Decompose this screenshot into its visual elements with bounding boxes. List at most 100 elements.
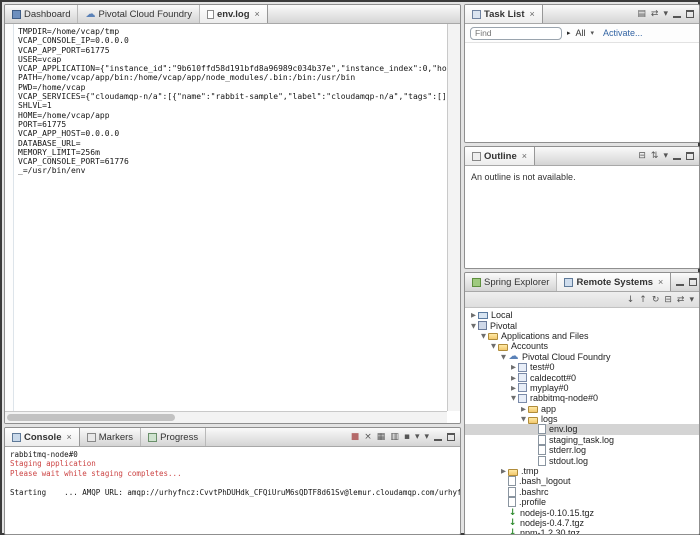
- maximize-icon[interactable]: [447, 433, 455, 441]
- tree-item[interactable]: ▼Pivotal: [465, 320, 699, 330]
- ide-window: Dashboard Pivotal Cloud Foundry env.log …: [0, 0, 700, 535]
- chevron-collapsed-icon[interactable]: ▶: [519, 404, 528, 414]
- tab-task-list[interactable]: Task List ×: [465, 5, 543, 23]
- minimize-icon[interactable]: [434, 433, 442, 441]
- collapse-all-icon[interactable]: ⊟: [664, 295, 672, 305]
- tab-spring-explorer[interactable]: Spring Explorer: [465, 273, 557, 291]
- activate-link[interactable]: Activate...: [603, 28, 643, 38]
- sort-icon[interactable]: ⇅: [651, 151, 659, 161]
- tab-progress[interactable]: Progress: [141, 428, 206, 446]
- tree-item[interactable]: ↓nodejs-0.4.7.tgz: [465, 518, 699, 528]
- console-dropdown-icon[interactable]: ▾: [415, 432, 420, 442]
- console-toolbar: ■ × ▦ ▥ ▪ ▾ ▾: [346, 428, 460, 446]
- pin-console-icon[interactable]: ▪: [404, 432, 410, 442]
- file-icon: [538, 445, 546, 455]
- maximize-icon[interactable]: [686, 152, 694, 160]
- chevron-collapsed-icon[interactable]: ▶: [509, 373, 518, 383]
- tree-item[interactable]: ↓npm-1.2.30.tgz: [465, 528, 699, 534]
- view-menu-icon[interactable]: ▾: [663, 9, 668, 19]
- tree-item[interactable]: staging_task.log: [465, 435, 699, 445]
- tree-item[interactable]: ▶Local: [465, 310, 699, 320]
- tree-item[interactable]: ▶myplay#0: [465, 383, 699, 393]
- chevron-expanded-icon[interactable]: ▼: [489, 341, 498, 351]
- scroll-lock-icon[interactable]: ▥: [390, 432, 399, 442]
- new-task-icon[interactable]: ▤: [637, 9, 646, 19]
- tab-label: Outline: [484, 151, 517, 162]
- close-icon[interactable]: ×: [255, 9, 260, 19]
- tab-markers[interactable]: Markers: [80, 428, 141, 446]
- minimize-icon[interactable]: [676, 278, 684, 286]
- editor-line: VCAP_APP_PORT=61775: [18, 46, 447, 55]
- close-icon[interactable]: ×: [658, 277, 663, 287]
- down-icon[interactable]: ↓: [627, 295, 635, 305]
- editor-vertical-scrollbar[interactable]: [447, 24, 460, 411]
- tree-item[interactable]: ▶app: [465, 404, 699, 414]
- close-console-icon[interactable]: ×: [364, 432, 372, 442]
- chevron-expanded-icon[interactable]: ▼: [509, 393, 518, 403]
- view-menu-icon[interactable]: ▾: [424, 432, 429, 442]
- view-menu-icon[interactable]: ▾: [689, 295, 694, 305]
- tab-outline[interactable]: Outline ×: [465, 147, 535, 165]
- find-input[interactable]: [470, 27, 562, 40]
- tab-console[interactable]: Console ×: [5, 428, 80, 446]
- chevron-collapsed-icon[interactable]: ▶: [509, 362, 518, 372]
- scope-arrow-icon[interactable]: ▸: [567, 29, 571, 37]
- tree-item[interactable]: ▶test#0: [465, 362, 699, 372]
- view-menu-icon[interactable]: ▾: [663, 151, 668, 161]
- tab-env-log[interactable]: env.log ×: [200, 5, 268, 23]
- tree-item[interactable]: stdout.log: [465, 455, 699, 465]
- link-with-editor-icon[interactable]: ⇄: [651, 9, 659, 19]
- chevron-down-icon[interactable]: ▾: [591, 29, 595, 37]
- tab-dashboard[interactable]: Dashboard: [5, 5, 78, 23]
- chevron-expanded-icon[interactable]: ▼: [499, 352, 508, 362]
- tree-item[interactable]: .bashrc: [465, 487, 699, 497]
- tree-item[interactable]: ▶caldecott#0: [465, 372, 699, 382]
- maximize-icon[interactable]: [686, 10, 694, 18]
- tree-item-label: .tmp: [519, 466, 539, 476]
- tree-item[interactable]: ▼☁Pivotal Cloud Foundry: [465, 352, 699, 362]
- tab-remote-systems[interactable]: Remote Systems ×: [557, 273, 671, 291]
- chevron-expanded-icon[interactable]: ▼: [519, 414, 528, 424]
- minimize-icon[interactable]: [673, 152, 681, 160]
- close-icon[interactable]: ×: [522, 151, 527, 161]
- tree-item[interactable]: ▶ .tmp: [465, 466, 699, 476]
- tree-item[interactable]: ↓nodejs-0.10.15.tgz: [465, 507, 699, 517]
- terminate-icon[interactable]: ■: [351, 432, 360, 442]
- tree-item[interactable]: env.log: [465, 424, 699, 434]
- clear-console-icon[interactable]: ▦: [377, 432, 386, 442]
- close-icon[interactable]: ×: [66, 432, 71, 442]
- tab-pivotal-cloud-foundry[interactable]: Pivotal Cloud Foundry: [78, 5, 199, 23]
- editor-line: VCAP_CONSOLE_PORT=61776: [18, 157, 447, 166]
- tree-item[interactable]: ▼Applications and Files: [465, 331, 699, 341]
- tree-item[interactable]: ▼rabbitmq-node#0: [465, 393, 699, 403]
- collapse-all-icon[interactable]: ⊟: [638, 151, 646, 161]
- maximize-icon[interactable]: [689, 278, 697, 286]
- tree-item[interactable]: stderr.log: [465, 445, 699, 455]
- scope-all-label[interactable]: All: [576, 28, 586, 38]
- console-output[interactable]: rabbitmq-node#0Staging applicationPlease…: [5, 447, 460, 534]
- scrollbar-thumb[interactable]: [7, 414, 175, 421]
- chevron-collapsed-icon[interactable]: ▶: [499, 466, 508, 476]
- minimize-icon[interactable]: [673, 10, 681, 18]
- task-list-find-row: ▸ All ▾ Activate...: [465, 24, 699, 43]
- tab-label: env.log: [217, 9, 250, 20]
- chevron-collapsed-icon[interactable]: ▶: [509, 383, 518, 393]
- editor-text-area[interactable]: TMPDIR=/home/vcap/tmpVCAP_CONSOLE_IP=0.0…: [15, 24, 447, 411]
- folder-icon: [488, 333, 498, 340]
- link-with-editor-icon[interactable]: ⇄: [677, 295, 685, 305]
- refresh-icon[interactable]: ↻: [652, 295, 660, 305]
- remote-systems-view: Spring Explorer Remote Systems × ↓↑↻⊟⇄▾ …: [464, 272, 700, 535]
- tree-item[interactable]: ▼ Accounts: [465, 341, 699, 351]
- chevron-collapsed-icon[interactable]: ▶: [469, 310, 478, 320]
- server-icon: [478, 321, 487, 330]
- chevron-expanded-icon[interactable]: ▼: [479, 331, 488, 341]
- close-icon[interactable]: ×: [529, 9, 534, 19]
- chevron-expanded-icon[interactable]: ▼: [469, 321, 478, 331]
- tree-item[interactable]: ▼logs: [465, 414, 699, 424]
- tree-item[interactable]: .bash_logout: [465, 476, 699, 486]
- tree-item-label: Accounts: [509, 341, 548, 351]
- tree-item[interactable]: .profile: [465, 497, 699, 507]
- up-icon[interactable]: ↑: [639, 295, 647, 305]
- editor-horizontal-scrollbar[interactable]: [5, 411, 447, 423]
- tab-label: Pivotal Cloud Foundry: [98, 9, 191, 20]
